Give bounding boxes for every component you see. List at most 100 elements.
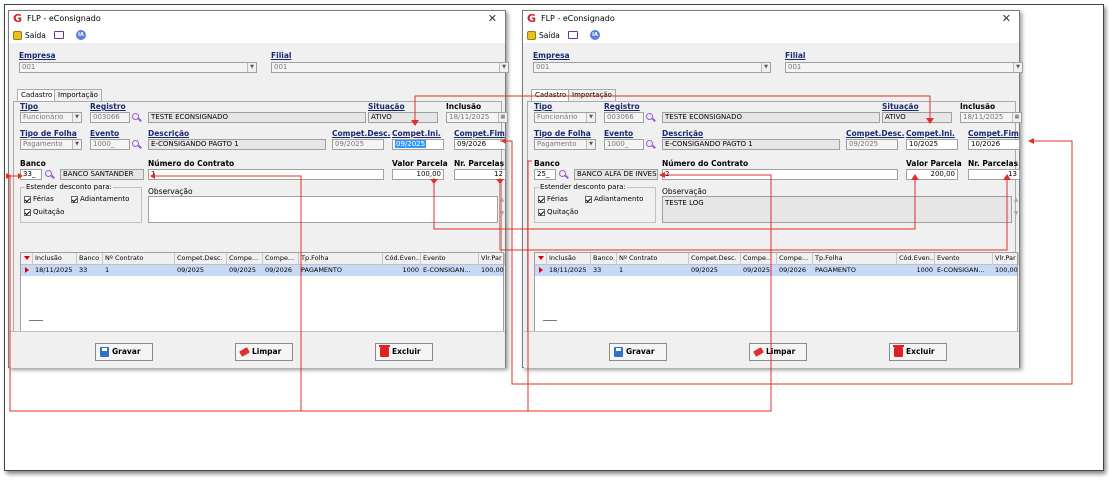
monitor-icon[interactable]: [568, 31, 578, 39]
evento-field[interactable]: 1000_: [90, 139, 130, 150]
gravar-button[interactable]: Gravar: [95, 343, 153, 361]
grid-cell: 33: [79, 266, 88, 274]
grid-header-cell[interactable]: Banco: [77, 253, 103, 265]
competdesc-field[interactable]: 09/2025: [846, 139, 898, 150]
observacao-field[interactable]: [148, 196, 498, 223]
calendar-icon[interactable]: ▦: [498, 113, 507, 122]
observacao-field[interactable]: TESTE LOG: [662, 196, 1012, 223]
chevron-down-icon[interactable]: ▼: [586, 113, 595, 122]
grid-header-cell[interactable]: Inclusão: [33, 253, 77, 265]
excluir-button[interactable]: Excluir: [889, 343, 947, 361]
excluir-button[interactable]: Excluir: [375, 343, 433, 361]
chevron-down-icon[interactable]: ▼: [499, 63, 508, 72]
grid-header-cell[interactable]: Evento: [421, 253, 479, 265]
nrparcelas-field[interactable]: 13: [968, 169, 1020, 180]
quitacao-checkbox[interactable]: Quitação: [24, 208, 64, 216]
grid-header-cell[interactable]: Compe...: [227, 253, 263, 265]
registro-field[interactable]: 003066: [90, 112, 130, 123]
grid-header-cell[interactable]: Inclusão: [547, 253, 591, 265]
calendar-icon[interactable]: ▦: [1012, 113, 1021, 122]
monitor-icon[interactable]: [54, 31, 64, 39]
search-icon[interactable]: [45, 170, 55, 179]
competfim-field[interactable]: 10/2026: [968, 139, 1020, 150]
grid-header: Inclusão Banco Nº Contrato Compet.Desc. …: [535, 253, 1019, 265]
grid-header-cell[interactable]: Evento: [935, 253, 993, 265]
grid-menu-icon[interactable]: [21, 253, 33, 265]
nrparcelas-field[interactable]: 12: [454, 169, 506, 180]
banco-code-field[interactable]: 25_: [534, 169, 556, 180]
empresa-select[interactable]: 001 ▼: [533, 62, 771, 73]
chevron-down-icon[interactable]: ▼: [586, 140, 595, 149]
valorparcela-field[interactable]: 100,00: [392, 169, 444, 180]
grid-header-cell[interactable]: Compe...: [263, 253, 299, 265]
limpar-button[interactable]: Limpar: [235, 343, 293, 361]
chevron-down-icon[interactable]: ▼: [72, 140, 81, 149]
chevron-down-icon[interactable]: ▼: [761, 63, 770, 72]
ia-icon[interactable]: IA: [76, 30, 86, 40]
grid-header-cell[interactable]: Cód.Even...: [383, 253, 421, 265]
grid-cell: 09/2025: [229, 266, 257, 274]
window-title: FLP - eConsignado: [27, 14, 101, 23]
registro-field[interactable]: 003066: [604, 112, 644, 123]
tab-importacao[interactable]: Importação: [568, 89, 616, 101]
grid-menu-icon[interactable]: [535, 253, 547, 265]
grid-header-cell[interactable]: Banco: [591, 253, 617, 265]
search-icon[interactable]: [646, 140, 656, 149]
quitacao-checkbox[interactable]: Quitação: [538, 208, 578, 216]
saida-button[interactable]: Saída: [25, 31, 46, 40]
adiantamento-checkbox[interactable]: Adiantamento: [71, 195, 129, 203]
tipo-select[interactable]: Funcionário ▼: [20, 112, 82, 123]
tipofolha-select[interactable]: Pagamento ▼: [534, 139, 596, 150]
grid-header-cell[interactable]: Cód.Even...: [897, 253, 935, 265]
chevron-down-icon[interactable]: ▼: [1013, 63, 1022, 72]
competfim-field[interactable]: 09/2026: [454, 139, 506, 150]
grid-header-cell[interactable]: Compe...: [741, 253, 777, 265]
valorparcela-field[interactable]: 200,00: [906, 169, 958, 180]
close-icon[interactable]: ✕: [488, 12, 497, 25]
grid-header-cell[interactable]: Compe...: [777, 253, 813, 265]
filial-select[interactable]: 001 ▼: [785, 62, 1023, 73]
chevron-down-icon[interactable]: ▼: [72, 113, 81, 122]
grid-header-cell[interactable]: Compet.Desc.: [175, 253, 227, 265]
gravar-button[interactable]: Gravar: [609, 343, 667, 361]
grid-header-cell[interactable]: Tp.Folha: [813, 253, 897, 265]
grid-header-cell[interactable]: Vlr.Par: [479, 253, 505, 265]
observacao-scrollbar[interactable]: ▲ ▼: [1012, 196, 1020, 223]
tab-importacao[interactable]: Importação: [54, 89, 102, 101]
ferias-checkbox[interactable]: Férias: [538, 195, 568, 203]
observacao-scrollbar[interactable]: ▲ ▼: [498, 196, 506, 223]
filial-select[interactable]: 001 ▼: [271, 62, 509, 73]
table-row[interactable]: 18/11/2025 33 1 09/2025 09/2025 09/2026 …: [21, 265, 504, 276]
contrato-field[interactable]: 1: [148, 169, 384, 180]
grid-header-cell[interactable]: Compet.Desc.: [689, 253, 741, 265]
grid-header-cell[interactable]: Nº Contrato: [103, 253, 175, 265]
grid-header-cell[interactable]: Vlr.Par: [993, 253, 1019, 265]
inclusao-field[interactable]: 18/11/2025 ▦: [960, 112, 1022, 123]
inclusao-field[interactable]: 18/11/2025 ▦: [446, 112, 508, 123]
evento-field[interactable]: 1000_: [604, 139, 644, 150]
contrato-field[interactable]: 2: [662, 169, 898, 180]
limpar-button[interactable]: Limpar: [749, 343, 807, 361]
chevron-down-icon[interactable]: ▼: [247, 63, 256, 72]
ia-icon[interactable]: IA: [590, 30, 600, 40]
ferias-checkbox[interactable]: Férias: [24, 195, 54, 203]
tipo-select[interactable]: Funcionário ▼: [534, 112, 596, 123]
close-icon[interactable]: ✕: [1002, 12, 1011, 25]
competdesc-field[interactable]: 09/2025: [332, 139, 384, 150]
saida-button[interactable]: Saída: [539, 31, 560, 40]
search-icon[interactable]: [646, 113, 656, 122]
competini-field[interactable]: 10/2025: [906, 139, 958, 150]
competini-field[interactable]: 09/2025: [392, 139, 444, 150]
grid-cell: 18/11/2025: [549, 266, 587, 274]
search-icon[interactable]: [559, 170, 569, 179]
table-row[interactable]: 18/11/2025 33 1 09/2025 09/2025 09/2026 …: [535, 265, 1018, 276]
adiantamento-checkbox[interactable]: Adiantamento: [585, 195, 643, 203]
grid-header-cell[interactable]: Nº Contrato: [617, 253, 689, 265]
grid-header-cell[interactable]: Tp.Folha: [299, 253, 383, 265]
tipofolha-select[interactable]: Pagamento ▼: [20, 139, 82, 150]
search-icon[interactable]: [132, 140, 142, 149]
registro-label: Registro: [90, 102, 126, 111]
search-icon[interactable]: [132, 113, 142, 122]
empresa-select[interactable]: 001 ▼: [19, 62, 257, 73]
banco-code-field[interactable]: 33_: [20, 169, 42, 180]
